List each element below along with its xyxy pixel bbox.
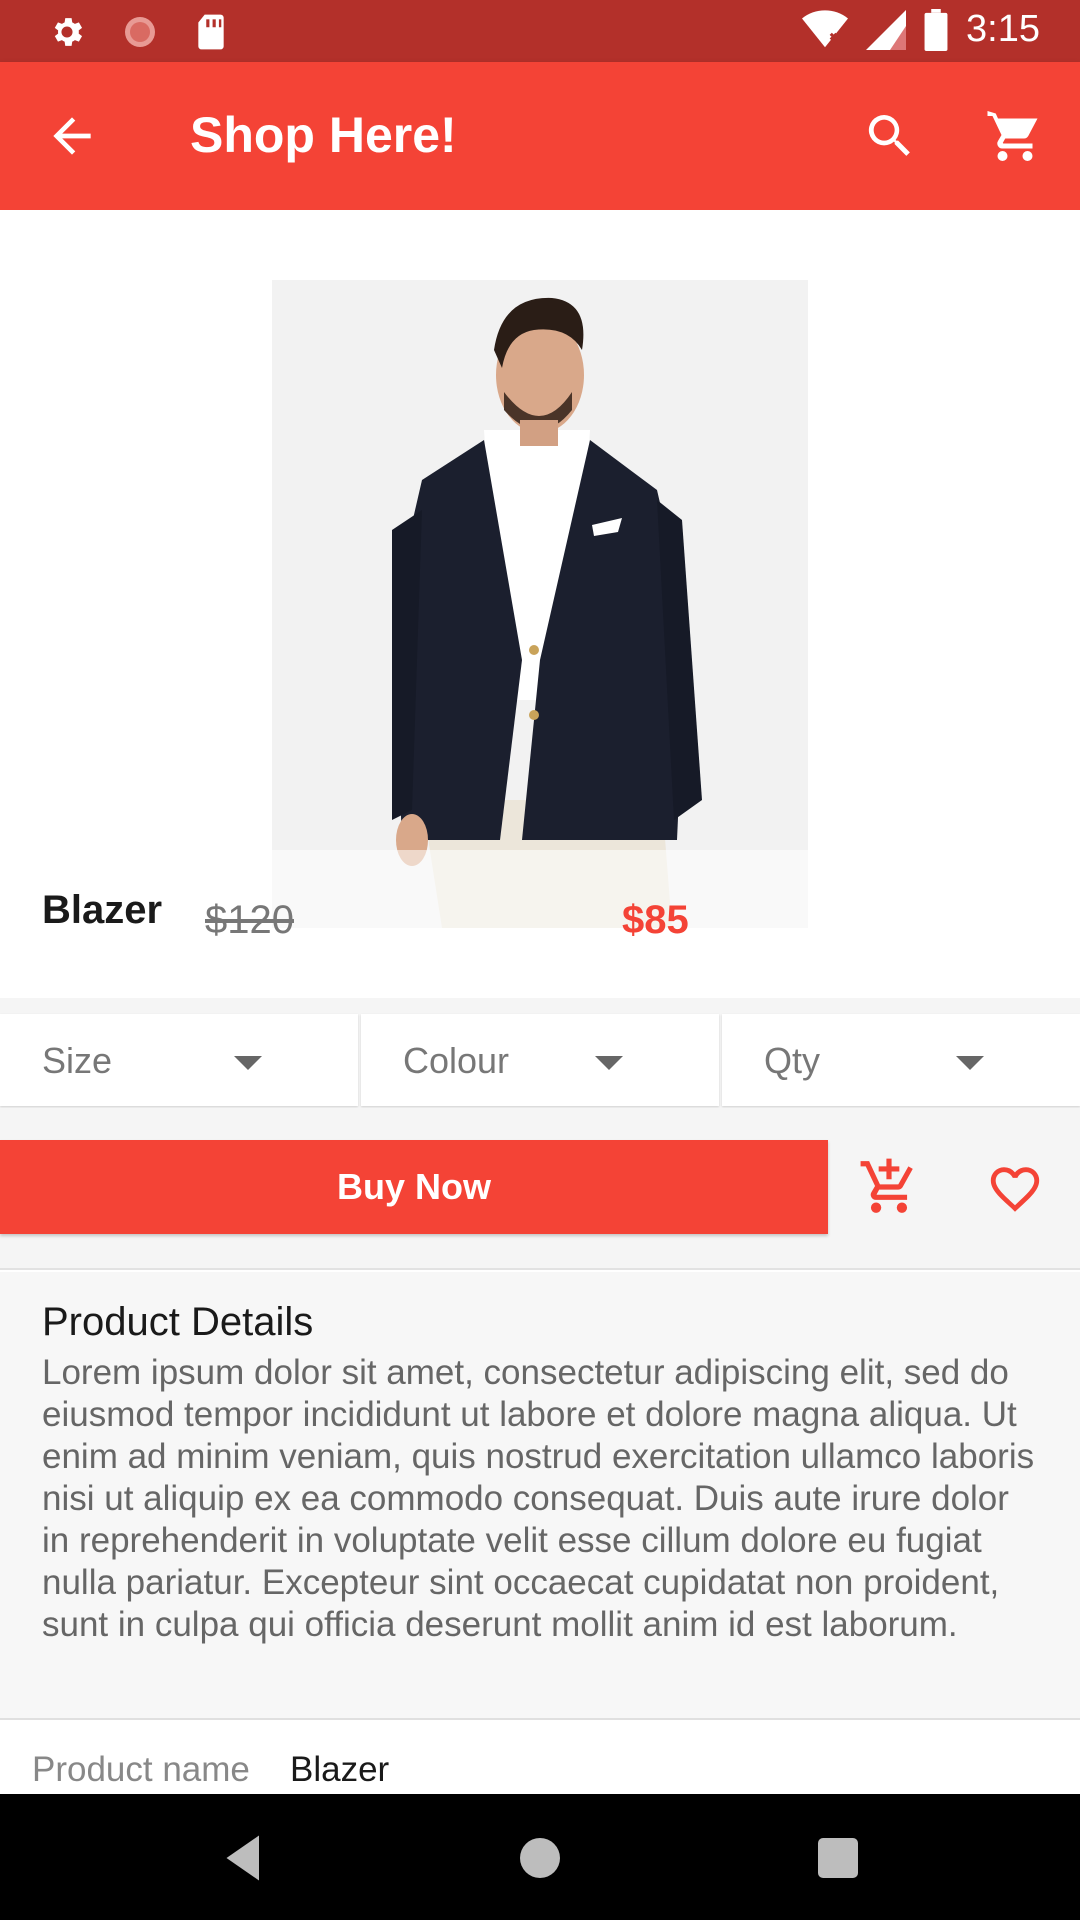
wifi-icon [802, 9, 849, 47]
original-price: $120 [205, 898, 294, 942]
divider [0, 998, 1080, 1014]
size-dropdown[interactable]: Size [0, 1014, 358, 1106]
colour-label: Colour [403, 1040, 510, 1081]
info-value: Blazer [290, 1750, 390, 1789]
status-bar: 3:15 [0, 0, 1080, 62]
status-time: 3:15 [966, 8, 1040, 50]
nav-home-icon[interactable] [510, 1828, 570, 1888]
sync-icon [125, 17, 155, 47]
product-image[interactable] [272, 280, 808, 928]
search-icon[interactable] [862, 108, 918, 164]
gear-icon [54, 18, 83, 46]
product-info-row: Product name Blazer [0, 1720, 1080, 1794]
app-bar: Shop Here! [0, 62, 1080, 210]
product-details-section: Product Details Lorem ipsum dolor sit am… [0, 1272, 1080, 1720]
heart-outline-icon[interactable] [986, 1160, 1044, 1218]
size-label: Size [42, 1040, 113, 1081]
qty-dropdown[interactable]: Qty [722, 1014, 1080, 1106]
sd-card-icon [198, 14, 224, 50]
blazer-product-photo [272, 280, 808, 928]
battery-icon [924, 8, 948, 51]
dropdown-arrow-icon [956, 1056, 984, 1070]
info-key: Product name [32, 1750, 250, 1789]
dropdown-arrow-icon [595, 1056, 623, 1070]
arrow-back-icon[interactable] [44, 108, 100, 164]
details-body: Lorem ipsum dolor sit amet, consectetur … [42, 1353, 1035, 1644]
dropdown-arrow-icon [234, 1056, 262, 1070]
option-selectors: Size Colour Qty [0, 1014, 1080, 1108]
page-title: Shop Here! [190, 107, 457, 163]
nav-back-icon[interactable] [214, 1828, 274, 1888]
qty-label: Qty [764, 1040, 821, 1081]
image-fade-overlay [272, 850, 808, 928]
signal-icon [866, 9, 907, 50]
sale-price: $85 [622, 898, 689, 942]
shopping-cart-icon[interactable] [985, 106, 1045, 166]
add-shopping-cart-icon[interactable] [858, 1156, 920, 1218]
system-nav-bar [0, 1794, 1080, 1920]
product-name: Blazer [42, 888, 163, 932]
nav-recents-icon[interactable] [808, 1828, 868, 1888]
buy-now-button[interactable]: Buy Now [0, 1140, 828, 1234]
colour-dropdown[interactable]: Colour [361, 1014, 719, 1106]
details-heading: Product Details [42, 1300, 314, 1344]
action-row: Buy Now [0, 1108, 1080, 1270]
product-area [0, 210, 1080, 1000]
